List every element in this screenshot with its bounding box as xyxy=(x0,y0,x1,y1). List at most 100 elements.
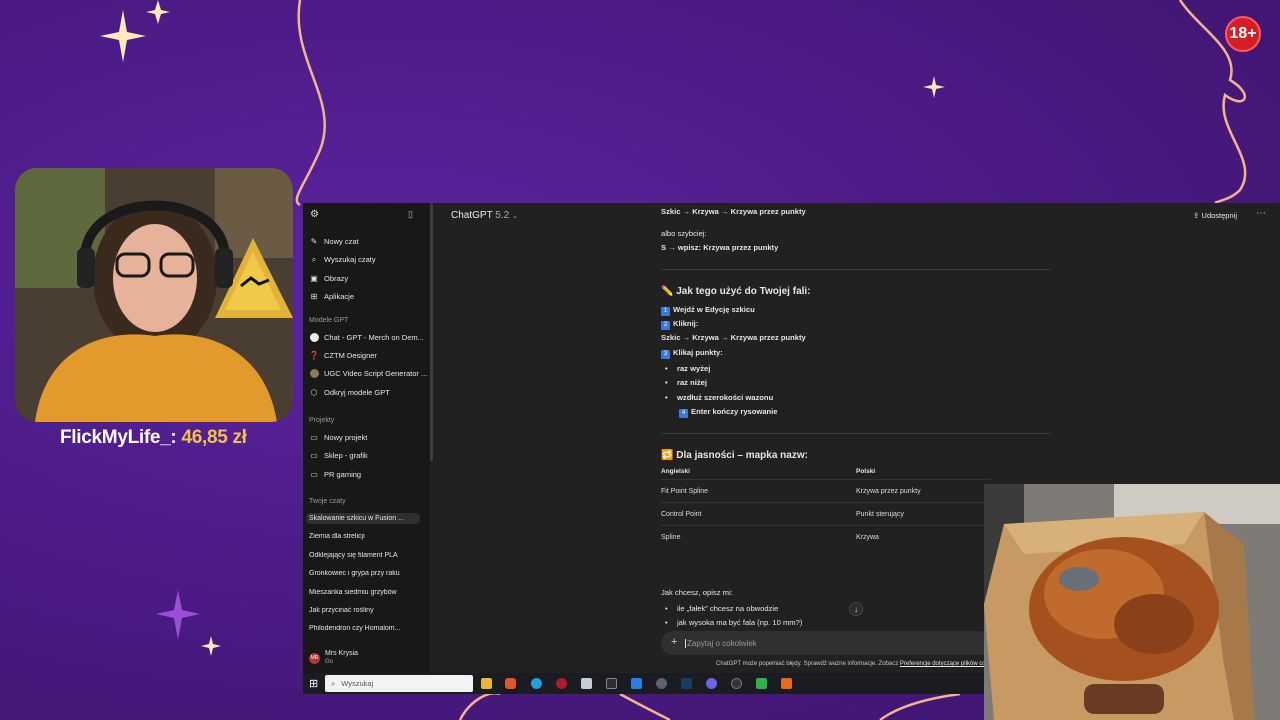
gpt-avatar-icon xyxy=(309,369,319,379)
number-2-icon: 2 xyxy=(661,321,670,330)
table-cell: Fit Point Spline xyxy=(661,488,709,495)
step-emphasis: Edycję szkicu xyxy=(704,305,755,314)
more-options-icon[interactable]: ⋯ xyxy=(1256,208,1266,219)
sidebar-item-label: Nowy projekt xyxy=(324,433,368,442)
cube-icon: ⬡ xyxy=(310,388,318,397)
table-header-polish: Polski xyxy=(856,468,876,475)
opera-icon[interactable] xyxy=(556,678,567,689)
steam-icon[interactable] xyxy=(681,678,692,689)
sidebar-item-label: Obrazy xyxy=(324,274,349,283)
question-mark-icon: ❓ xyxy=(309,351,319,360)
list-item: raz wyżej xyxy=(665,364,710,373)
chat-item-active[interactable]: Skalowanie szkicu w Fusion ... xyxy=(306,513,420,524)
avatar: MR xyxy=(309,652,320,664)
chat-item[interactable]: Ziemia dla strelicji xyxy=(309,533,423,540)
cookie-preferences-link[interactable]: Preferencje dotyczące plików co xyxy=(900,661,986,667)
sidebar-item-label: PR gaming xyxy=(324,470,362,479)
sidebar-item-new-chat[interactable]: ✎ Nowy czat xyxy=(309,234,359,249)
divider xyxy=(661,433,1051,434)
sidebar-item-project-shop[interactable]: ▭ Sklep - grafik xyxy=(309,448,368,463)
repeat-icon: 🔁 xyxy=(661,450,674,461)
sidebar-item-label: Odkryj modele GPT xyxy=(324,388,390,397)
user-name: Mrs Krysia xyxy=(325,650,359,657)
list-item: wzdłuż szerokości wazonu xyxy=(665,393,773,402)
share-icon: ⇪ xyxy=(1193,211,1200,220)
sidebar-item-explore-gpts[interactable]: ⬡ Odkryj modele GPT xyxy=(309,385,390,400)
folder-icon: ▭ xyxy=(310,451,318,460)
sidebar-item-project-pr[interactable]: ▭ PR gaming xyxy=(309,467,361,482)
step-1: 1 Wejdź w Edycję szkicu xyxy=(661,305,755,316)
webcam-image xyxy=(15,168,293,422)
chat-item[interactable]: Mieszanka siedmiu grzybów xyxy=(309,589,423,596)
disclaimer: ChatGPT może popełniać błędy. Sprawdź wa… xyxy=(716,661,986,667)
chat-item[interactable]: Philodendron czy Homalom... xyxy=(309,625,423,632)
taskbar-search[interactable]: ⌕ Wyszukaj xyxy=(325,675,473,692)
chat-item[interactable]: Gronkowiec i grypa przy raku xyxy=(309,570,423,577)
step-2: 2 Kliknij: xyxy=(661,319,698,330)
list-item: jak wysoka ma być fala (np. 10 mm?) xyxy=(665,618,802,627)
file-explorer-icon[interactable] xyxy=(481,678,492,689)
search-icon: ⌕ xyxy=(331,678,336,688)
sidebar-item-search-chats[interactable]: ⌕ Wyszukaj czaty xyxy=(309,252,376,267)
sidebar-item-new-project[interactable]: ▭ Nowy projekt xyxy=(309,430,367,445)
terminal-icon[interactable] xyxy=(606,678,617,689)
composer[interactable]: + Zapytaj o cokolwiek xyxy=(661,631,991,655)
closing-intro: Jak chcesz, opisz mi: xyxy=(661,588,733,597)
cat-image xyxy=(984,484,1280,720)
user-profile[interactable]: MR Mrs Krysia Go xyxy=(309,649,358,667)
share-button[interactable]: ⇪ Udostępnij xyxy=(1193,211,1237,220)
sidebar-item-label: Chat - GPT - Merch on Dem... xyxy=(324,333,424,342)
step-3: 3 Klikaj punkty: xyxy=(661,348,723,359)
pencil-icon: ✏️ xyxy=(661,286,674,297)
list-item: raz niżej xyxy=(665,378,707,387)
app-icon[interactable] xyxy=(781,678,792,689)
grid-icon: ⊞ xyxy=(310,292,318,301)
donation-alert: FlickMyLife_: 46,85 zł xyxy=(60,427,247,449)
sidebar-item-images[interactable]: ▣ Obrazy xyxy=(309,271,348,286)
sidebar-item-label: Wyszukaj czaty xyxy=(324,255,376,264)
sidebar-item-gpt-ugc[interactable]: UGC Video Script Generator ... xyxy=(309,366,427,381)
app-icon[interactable] xyxy=(631,678,642,689)
app-icon[interactable] xyxy=(731,678,742,689)
openai-logo-icon[interactable]: ⚙ xyxy=(310,209,319,220)
section-heading: ✏️ Jak tego użyć do Twojej fali: xyxy=(661,286,811,297)
sidebar-scrollbar[interactable] xyxy=(430,203,433,461)
model-selector[interactable]: ChatGPT 5.2 ⌄ xyxy=(451,210,518,221)
webcam-feed xyxy=(15,168,293,422)
section-heading: 🔁 Dla jasności – mapka nazw: xyxy=(661,450,808,461)
model-version: 5.2 xyxy=(495,210,510,221)
list-item: ile „fałek” chcesz na obwodzie xyxy=(665,604,778,613)
share-label: Udostępnij xyxy=(1201,211,1237,220)
table-cell: Krzywa przez punkty xyxy=(856,488,921,495)
chat-item[interactable]: Jak przycinać rośliny xyxy=(309,607,423,614)
plus-icon[interactable]: + xyxy=(671,636,677,648)
step-text: Wejdź w xyxy=(673,305,705,314)
step-text: Enter kończy rysowanie xyxy=(691,407,778,416)
edge-browser-icon[interactable] xyxy=(531,678,542,689)
divider xyxy=(661,269,1051,270)
sidebar-item-gpt-cztm[interactable]: ❓ CZTM Designer xyxy=(309,348,377,363)
table-divider xyxy=(661,479,991,480)
sidebar-item-label: CZTM Designer xyxy=(324,351,377,360)
sidebar-item-label: UGC Video Script Generator ... xyxy=(324,369,428,378)
fusion-app-icon[interactable] xyxy=(581,678,592,689)
taskbar-search-placeholder: Wyszukaj xyxy=(341,679,374,688)
prompt-input[interactable]: Zapytaj o cokolwiek xyxy=(685,639,757,648)
section-title: Jak tego użyć do Twojej fali: xyxy=(676,286,811,297)
chat-item[interactable]: Odklejający się filament PLA xyxy=(309,552,423,559)
toggle-sidebar-icon[interactable]: ▯ xyxy=(408,209,413,220)
windows-start-icon[interactable]: ⊞ xyxy=(309,677,318,690)
brave-browser-icon[interactable] xyxy=(505,678,516,689)
chrome-icon[interactable] xyxy=(656,678,667,689)
sidebar-item-apps[interactable]: ⊞ Aplikacje xyxy=(309,289,354,304)
table-header-english: Angielski xyxy=(661,468,690,475)
app-icon[interactable] xyxy=(756,678,767,689)
sidebar-item-label: Aplikacje xyxy=(324,292,355,301)
sidebar-item-gpt-merch[interactable]: Chat - GPT - Merch on Dem... xyxy=(309,330,424,345)
disclaimer-text: ChatGPT może popełniać błędy. Sprawdź wa… xyxy=(716,661,900,667)
scroll-down-button[interactable]: ↓ xyxy=(849,602,863,616)
number-4-icon: 4 xyxy=(679,409,688,418)
discord-icon[interactable] xyxy=(706,678,717,689)
step-2-path: Szkic → Krzywa → Krzywa przez punkty xyxy=(661,333,806,342)
app-title: ChatGPT xyxy=(451,210,493,221)
